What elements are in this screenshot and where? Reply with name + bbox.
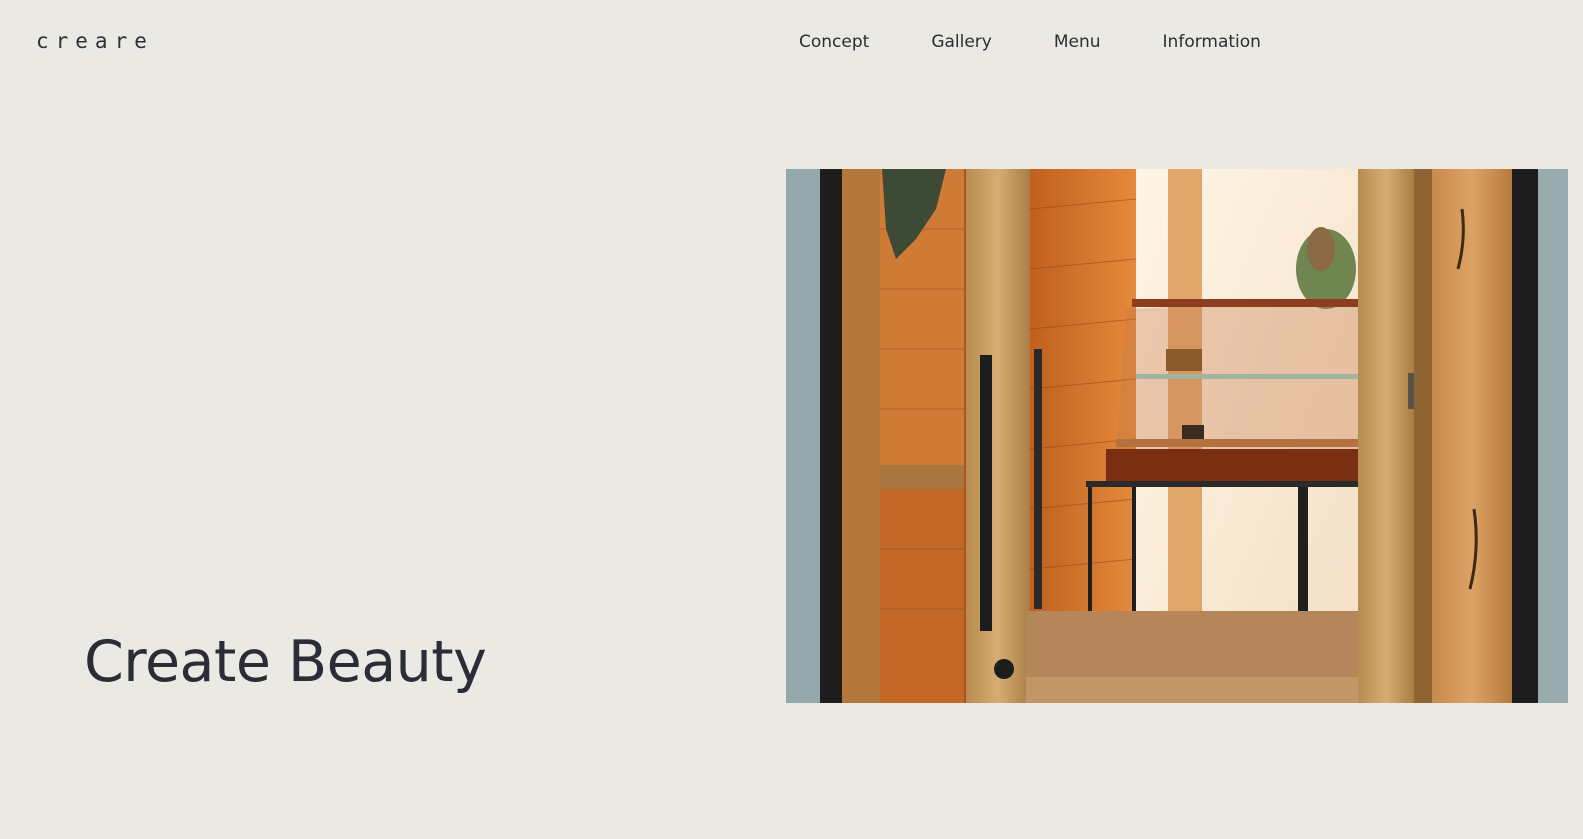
main-nav: Concept Gallery Menu Information bbox=[799, 31, 1261, 53]
hero-title: Create Beauty bbox=[84, 629, 487, 695]
nav-link-gallery[interactable]: Gallery bbox=[931, 31, 992, 53]
nav-link-concept[interactable]: Concept bbox=[799, 31, 869, 53]
hero-photo-shop-entrance bbox=[786, 169, 1568, 703]
nav-link-menu[interactable]: Menu bbox=[1054, 31, 1101, 53]
site-logo[interactable]: creare bbox=[36, 29, 154, 53]
nav-link-information[interactable]: Information bbox=[1163, 31, 1261, 53]
